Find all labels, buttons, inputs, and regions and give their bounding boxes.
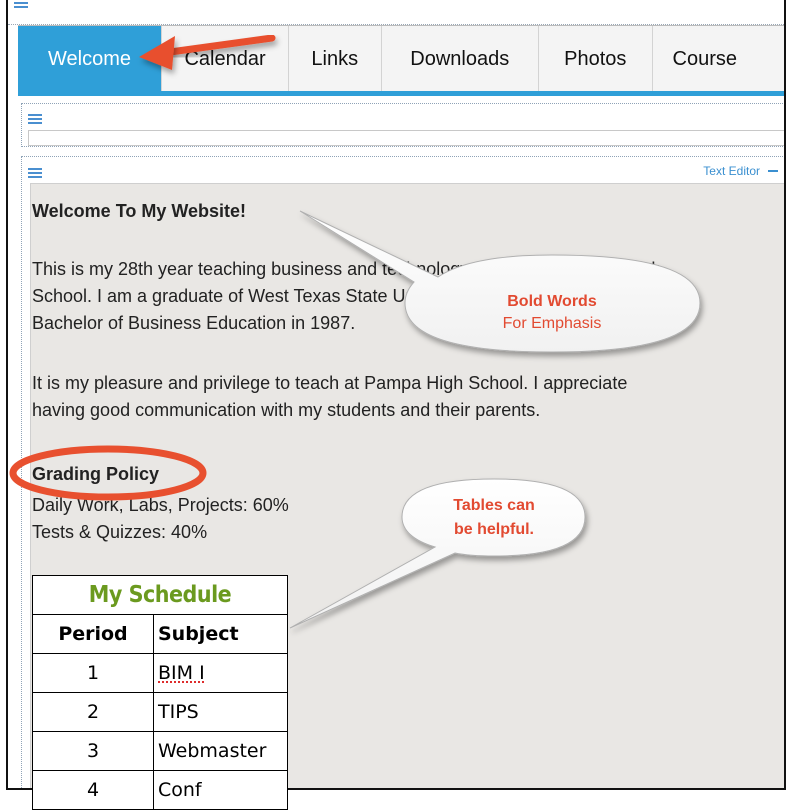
- tab-calendar[interactable]: Calendar: [162, 26, 289, 92]
- tab-downloads[interactable]: Downloads: [381, 26, 539, 92]
- callout-bold-line1: Bold Words: [507, 293, 597, 310]
- policy-line1: Daily Work, Labs, Projects: 60%: [32, 495, 289, 515]
- welcome-heading: Welcome To My Website!: [32, 201, 247, 221]
- policy-line2: Tests & Quizzes: 40%: [32, 522, 208, 542]
- table-row: 1 BIM I: [32, 653, 288, 693]
- callout-bold-line2: For Emphasis: [502, 315, 602, 332]
- drag-handle-icon[interactable]: [28, 168, 42, 180]
- tab-welcome[interactable]: Welcome: [18, 26, 163, 92]
- empty-panel: [21, 103, 784, 147]
- drag-handle-icon[interactable]: [28, 114, 42, 126]
- callout-tables-line2: be helpful.: [454, 521, 534, 538]
- tab-links[interactable]: Links: [288, 26, 382, 92]
- subject-cell: BIM I: [153, 653, 288, 693]
- tab-photos[interactable]: Photos: [538, 26, 653, 92]
- subject-text: BIM I: [158, 662, 205, 684]
- period-cell: 3: [32, 731, 154, 771]
- period-cell: 4: [32, 770, 154, 810]
- schedule-table: My Schedule Period Subject 1 BIM I 2 TIP…: [32, 575, 288, 810]
- tab-course[interactable]: Course: [652, 26, 784, 92]
- panel-inner: [28, 130, 784, 146]
- subject-cell: Webmaster: [153, 731, 288, 771]
- drag-handle-icon[interactable]: [14, 0, 28, 10]
- para1-line1: This is my 28th year teaching business a…: [32, 259, 662, 279]
- collapse-icon[interactable]: [768, 163, 778, 177]
- para1-line3: Bachelor of Business Education in 1987.: [32, 313, 356, 333]
- schedule-title: My Schedule: [32, 575, 288, 615]
- grading-policy-heading: Grading Policy: [32, 464, 160, 484]
- callout-tables-line1: Tables can: [453, 497, 535, 514]
- header-period: Period: [32, 614, 154, 654]
- text-editor-label[interactable]: Text Editor: [703, 164, 760, 178]
- subject-cell: TIPS: [153, 692, 288, 732]
- tab-bar: Welcome Calendar Links Downloads Photos …: [18, 25, 784, 92]
- table-row: 4 Conf: [32, 770, 288, 810]
- period-cell: 2: [32, 692, 154, 732]
- tab-underline: [18, 91, 784, 96]
- subject-cell: Conf: [153, 770, 288, 810]
- table-row: 2 TIPS: [32, 692, 288, 732]
- table-row: 3 Webmaster: [32, 731, 288, 771]
- para2-line1: It is my pleasure and privilege to teach…: [32, 373, 628, 393]
- period-cell: 1: [32, 653, 154, 693]
- para2-line2: having good communication with my studen…: [32, 400, 541, 420]
- top-strip: [8, 0, 784, 25]
- header-subject: Subject: [153, 614, 288, 654]
